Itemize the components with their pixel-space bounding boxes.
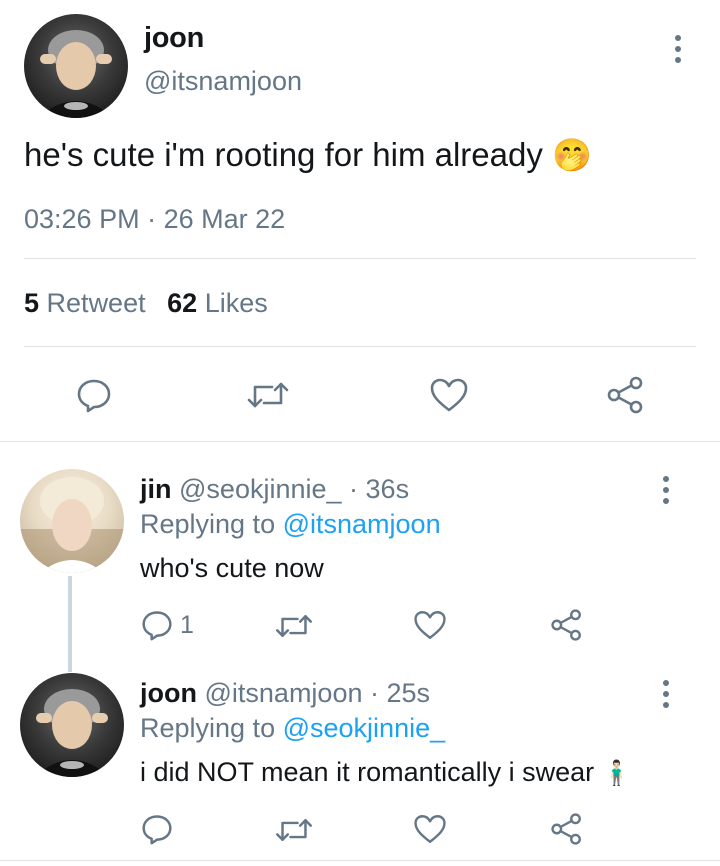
like-icon[interactable] xyxy=(413,813,447,845)
reply-display-name[interactable]: jin xyxy=(140,474,172,504)
share-icon[interactable] xyxy=(550,607,584,643)
reply-handle[interactable]: @itsnamjoon xyxy=(205,678,363,708)
retweet-icon[interactable] xyxy=(274,611,314,641)
divider-bottom-stats xyxy=(24,346,696,347)
replying-to-link[interactable]: @seokjinnie_ xyxy=(283,713,446,743)
avatar-jin[interactable] xyxy=(20,469,124,573)
divider-top-stats xyxy=(24,258,696,259)
main-timestamp[interactable]: 03:26 PM · 26 Mar 22 xyxy=(24,204,285,235)
main-handle[interactable]: @itsnamjoon xyxy=(144,66,302,97)
divider-main-tweet xyxy=(0,441,720,442)
main-tweet-text: he's cute i'm rooting for him already 🤭 xyxy=(24,136,592,174)
reply-text: who's cute now xyxy=(140,553,324,583)
reply-icon[interactable] xyxy=(141,609,173,641)
likes-stat[interactable]: 62 Likes xyxy=(167,288,268,318)
reply-more-options-icon[interactable] xyxy=(661,476,671,504)
tweet-date: 26 Mar 22 xyxy=(163,204,286,234)
reply-count: 1 xyxy=(180,611,194,639)
retweet-count: 5 xyxy=(24,288,40,318)
share-icon[interactable] xyxy=(606,375,646,415)
thread-connector-line xyxy=(68,576,72,672)
retweet-stat[interactable]: 5 Retweet xyxy=(24,288,153,318)
retweet-icon[interactable] xyxy=(274,815,314,845)
retweet-icon[interactable] xyxy=(246,378,290,412)
reply-handle[interactable]: @seokjinnie_ xyxy=(179,474,342,504)
time-separator: · xyxy=(147,204,157,234)
avatar-joon[interactable] xyxy=(20,673,124,777)
tweet-stats: 5 Retweet 62 Likes xyxy=(24,288,268,319)
replying-prefix: Replying to xyxy=(140,509,276,539)
share-icon[interactable] xyxy=(550,811,584,847)
replying-to-line: Replying to @itsnamjoon xyxy=(140,509,441,540)
reply-age: · 36s xyxy=(349,474,410,504)
reply-icon[interactable] xyxy=(141,813,173,845)
divider-bottom xyxy=(0,860,720,861)
retweet-label: Retweet xyxy=(46,288,146,318)
avatar-joon[interactable] xyxy=(24,14,128,118)
reply-age: · 25s xyxy=(370,678,431,708)
reply-header: jin @seokjinnie_ · 36s xyxy=(140,474,409,505)
reply-display-name[interactable]: joon xyxy=(140,678,197,708)
replying-prefix: Replying to xyxy=(140,713,276,743)
hand-over-mouth-emoji: 🤭 xyxy=(552,137,592,173)
more-options-icon[interactable] xyxy=(673,35,683,63)
reply-icon[interactable] xyxy=(76,377,112,413)
likes-count: 62 xyxy=(167,288,198,318)
like-icon[interactable] xyxy=(413,609,447,641)
like-icon[interactable] xyxy=(429,377,469,413)
reply-text: i did NOT mean it romantically i swear xyxy=(140,757,595,787)
reply-text-line: i did NOT mean it romantically i swear 🧍… xyxy=(140,757,632,788)
tweet-time: 03:26 PM xyxy=(24,204,140,234)
tweet-text: he's cute i'm rooting for him already xyxy=(24,136,543,173)
replying-to-line: Replying to @seokjinnie_ xyxy=(140,713,445,744)
reply-header: joon @itsnamjoon · 25s xyxy=(140,678,430,709)
standing-man-emoji: 🧍🏻‍♂️ xyxy=(601,760,632,787)
main-display-name[interactable]: joon xyxy=(144,22,204,55)
reply-more-options-icon[interactable] xyxy=(661,680,671,708)
likes-label: Likes xyxy=(204,288,268,318)
replying-to-link[interactable]: @itsnamjoon xyxy=(283,509,441,539)
